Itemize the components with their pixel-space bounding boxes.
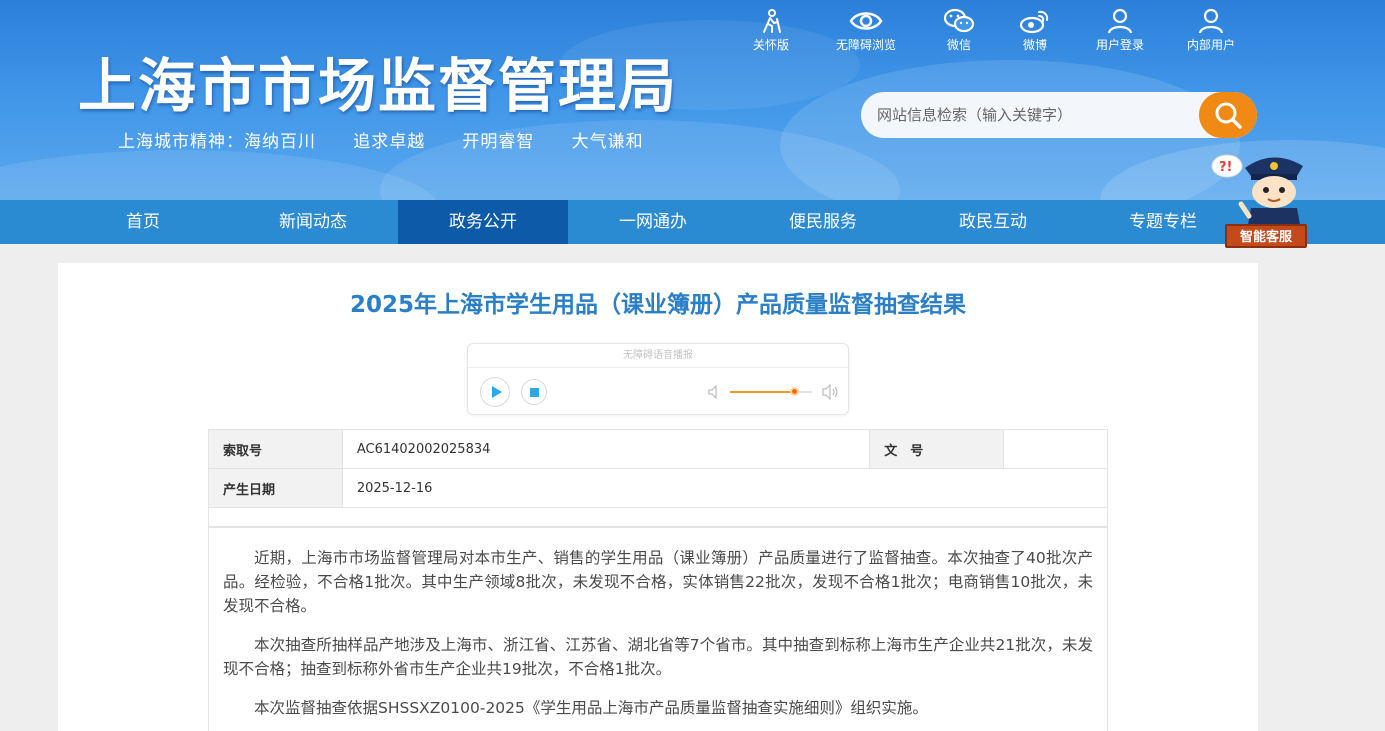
mascot-officer-icon: ?! bbox=[1211, 154, 1303, 230]
smart-service-label: 智能客服 bbox=[1225, 224, 1307, 248]
nav-item-one-network[interactable]: 一网通办 bbox=[568, 200, 738, 244]
site-title[interactable]: 上海市市场监督管理局 bbox=[78, 54, 678, 118]
search-input[interactable] bbox=[877, 102, 1187, 128]
search-icon bbox=[1215, 102, 1242, 129]
smart-service-mascot[interactable]: ?! 智能客服 bbox=[1205, 146, 1309, 250]
meta-spacer-row bbox=[208, 507, 1108, 527]
elderly-care-icon bbox=[763, 9, 781, 33]
header-cloud bbox=[0, 150, 440, 200]
site-search bbox=[861, 92, 1257, 138]
article-paragraph: 本次监督抽查依据SHSSXZ0100-2025《学生用品上海市产品质量监督抽查实… bbox=[254, 699, 928, 717]
volume-high-icon[interactable] bbox=[822, 384, 840, 400]
weibo-icon bbox=[1019, 10, 1049, 34]
tool-label: 用户登录 bbox=[1095, 38, 1144, 52]
tool-label: 微信 bbox=[946, 38, 971, 52]
meta-row: 索取号 AC61402002025834 文 号 bbox=[208, 429, 1108, 469]
meta-spacer-cell bbox=[208, 507, 1108, 527]
nav-item-public-service[interactable]: 便民服务 bbox=[738, 200, 908, 244]
meta-index-value: AC61402002025834 bbox=[341, 429, 871, 469]
player-title: 无障碍语音播报 bbox=[468, 344, 848, 368]
nav-item-news[interactable]: 新闻动态 bbox=[228, 200, 398, 244]
user-login-button[interactable]: 用户登录 bbox=[1080, 8, 1160, 53]
meta-docno-label: 文 号 bbox=[869, 429, 1005, 469]
weibo-button[interactable]: 微博 bbox=[995, 8, 1075, 53]
care-version-button[interactable]: 关怀版 bbox=[731, 8, 811, 53]
meta-date-label: 产生日期 bbox=[208, 468, 343, 508]
user-icon bbox=[1107, 8, 1133, 34]
meta-date-value: 2025-12-16 bbox=[341, 468, 1109, 508]
article-paragraph: 本次抽查所抽样品产地涉及上海市、浙江省、江苏省、湖北省等7个省市。其中抽查到标称… bbox=[223, 636, 1093, 678]
article-title: 2025年上海市学生用品（课业簿册）产品质量监督抽查结果 bbox=[349, 292, 966, 318]
voice-player: 无障碍语音播报 bbox=[467, 343, 849, 415]
tool-label: 微博 bbox=[1022, 38, 1047, 52]
tool-label: 关怀版 bbox=[752, 38, 789, 52]
volume-slider[interactable] bbox=[730, 387, 812, 396]
meta-index-label: 索取号 bbox=[208, 429, 343, 469]
site-header: 上海市市场监督管理局 上海城市精神：海纳百川 追求卓越 开明睿智 大气谦和 关怀… bbox=[0, 0, 1385, 200]
svg-text:?!: ?! bbox=[1219, 160, 1232, 175]
nav-item-government-affairs[interactable]: 政务公开 bbox=[398, 200, 568, 244]
play-button[interactable] bbox=[480, 377, 510, 407]
article-paragraph: 近期，上海市市场监督管理局对本市生产、销售的学生用品（课业簿册）产品质量进行了监… bbox=[223, 549, 1093, 615]
volume-knob[interactable] bbox=[789, 387, 799, 396]
meta-row: 产生日期 2025-12-16 bbox=[208, 468, 1109, 508]
tool-label: 无障碍浏览 bbox=[835, 38, 896, 52]
accessible-browse-button[interactable]: 无障碍浏览 bbox=[826, 8, 906, 53]
volume-fill bbox=[730, 391, 794, 393]
search-button[interactable] bbox=[1199, 92, 1257, 138]
user-icon bbox=[1198, 8, 1224, 34]
nav-item-home[interactable]: 首页 bbox=[58, 200, 228, 244]
tool-label: 内部用户 bbox=[1186, 38, 1235, 52]
article-body: 近期，上海市市场监督管理局对本市生产、销售的学生用品（课业簿册）产品质量进行了监… bbox=[208, 527, 1108, 731]
meta-docno-value bbox=[1003, 429, 1108, 469]
nav-item-interaction[interactable]: 政民互动 bbox=[908, 200, 1078, 244]
main-nav: 首页 新闻动态 政务公开 一网通办 便民服务 政民互动 专题专栏 bbox=[0, 200, 1385, 244]
internal-user-button[interactable]: 内部用户 bbox=[1171, 8, 1251, 53]
eye-icon bbox=[849, 12, 883, 30]
stop-button[interactable] bbox=[521, 379, 547, 405]
article-meta-table: 索取号 AC61402002025834 文 号 产生日期 2025-12-16 bbox=[208, 429, 1109, 527]
volume-low-icon[interactable] bbox=[708, 385, 720, 399]
wechat-icon bbox=[943, 8, 975, 33]
wechat-button[interactable]: 微信 bbox=[919, 8, 999, 53]
article-container: 2025年上海市学生用品（课业簿册）产品质量监督抽查结果 无障碍语音播报 索取号… bbox=[58, 263, 1258, 731]
site-slogan: 上海城市精神：海纳百川 追求卓越 开明睿智 大气谦和 bbox=[118, 132, 644, 152]
